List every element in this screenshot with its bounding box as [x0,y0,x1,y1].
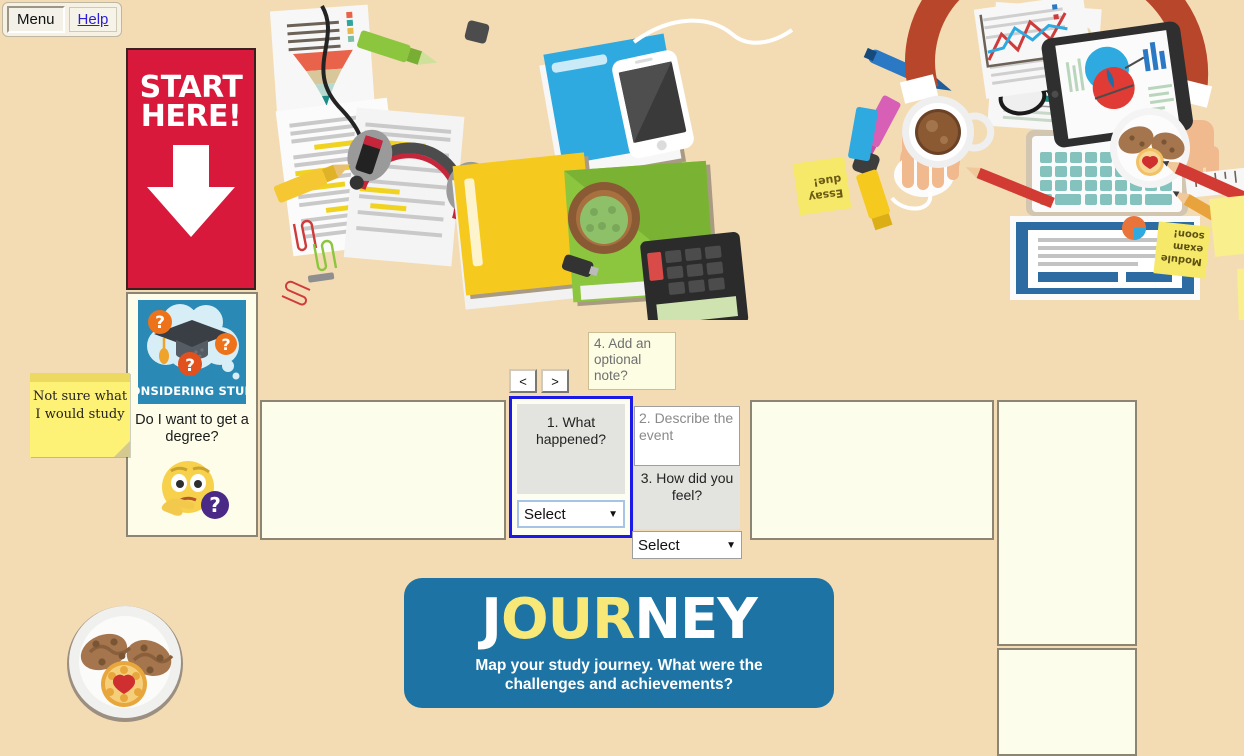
considering-study-caption: Do I want to get a degree? [135,412,249,445]
event-form-card[interactable]: 1. What happened? Select ▼ [509,396,633,538]
down-arrow-icon [147,145,235,237]
sticky-note-text: Not sure what I would study [32,389,128,422]
graduation-cap-thought-cloud-icon: ? ? ? CONSIDERING STUDY [138,300,246,404]
help-link[interactable]: Help [68,7,118,32]
chevron-down-icon: ▼ [608,508,618,520]
how-did-you-feel-label: 3. How did you feel? [634,466,740,529]
card-navigation: < > [509,369,569,393]
empty-panel-right[interactable] [750,400,994,540]
start-here-banner: START HERE! [126,48,256,290]
journey-banner: JOURNEY Map your study journey. What wer… [404,578,834,708]
next-button[interactable]: > [541,369,569,393]
how-did-you-feel-select[interactable]: Select ▼ [632,531,742,559]
empty-panel-left[interactable] [260,400,506,540]
considering-study-card[interactable]: ? ? ? CONSIDERING STUDY Do I want to get… [126,292,258,537]
sticky-note[interactable]: Not sure what I would study [30,373,130,457]
sticky-note-fold [114,441,130,457]
chevron-down-icon: ▼ [726,539,736,551]
thinking-face-question-icon: ? [161,461,229,520]
start-here-line2: HERE! [140,98,242,134]
svg-text:?: ? [209,493,221,517]
prev-button[interactable]: < [509,369,537,393]
svg-text:?: ? [221,335,230,354]
what-happened-label: 1. What happened? [517,404,625,494]
svg-text:CONSIDERING STUDY: CONSIDERING STUDY [138,384,246,398]
empty-panel-far-right-top[interactable] [997,400,1137,646]
sticky-note-strip [30,373,130,382]
desk-illustration: Essay due! Module exam soon! [262,0,1244,320]
what-happened-select[interactable]: Select ▼ [517,500,625,528]
how-did-you-feel-select-value: Select [638,536,680,554]
journey-title-part1: J [481,586,502,652]
optional-note-field[interactable]: 4. Add an optional note? [588,332,676,390]
svg-text:?: ? [185,356,195,376]
menu-button[interactable]: Menu [7,6,65,33]
svg-text:?: ? [155,313,165,333]
journey-title-part3: NEY [634,586,758,652]
empty-panel-far-right-bottom[interactable] [997,648,1137,756]
toolbar: Menu Help [2,2,123,37]
journey-title: JOURNEY [481,591,758,648]
journey-subtitle: Map your study journey. What were the ch… [475,656,763,693]
plate-of-cookies-icon [67,606,183,722]
journey-title-part2: OUR [500,586,635,652]
describe-event-textarea[interactable]: 2. Describe the event [634,406,740,466]
what-happened-select-value: Select [524,505,566,523]
